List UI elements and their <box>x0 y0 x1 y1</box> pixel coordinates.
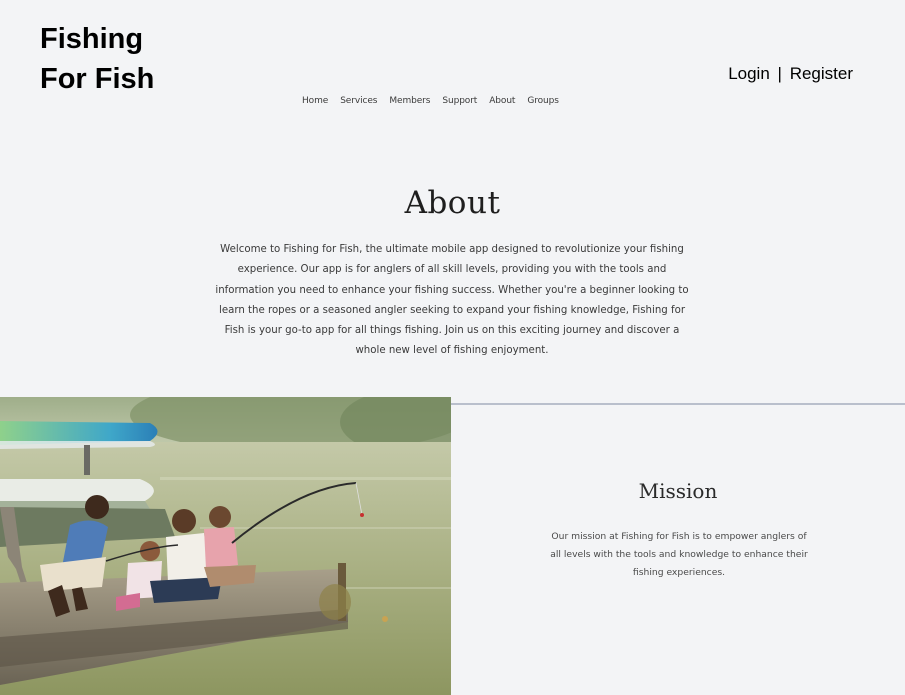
brand-line-1: Fishing <box>40 23 144 55</box>
nav-item-about[interactable]: About <box>483 95 521 107</box>
brand-line-2: For Fish <box>40 63 155 95</box>
nav-item-support[interactable]: Support <box>436 95 483 107</box>
nav-item-groups[interactable]: Groups <box>521 95 565 107</box>
site-logo-text[interactable]: Fishing For Fish <box>40 19 240 99</box>
nav-item-members[interactable]: Members <box>383 95 436 107</box>
about-description: Welcome to Fishing for Fish, the ultimat… <box>215 244 689 357</box>
nav-item-home[interactable]: Home <box>296 95 334 107</box>
login-link[interactable]: Login <box>728 64 770 83</box>
main-nav: Home Services Members Support About Grou… <box>296 95 565 107</box>
mission-heading: Mission <box>638 479 718 503</box>
about-heading: About <box>404 185 501 221</box>
auth-separator: | <box>777 64 782 83</box>
mission-section: Mission Our mission at Fishing for Fish … <box>451 405 905 695</box>
auth-links: Login | Register <box>728 63 853 85</box>
nav-item-services[interactable]: Services <box>334 95 383 107</box>
register-link[interactable]: Register <box>790 64 853 83</box>
mission-description: Our mission at Fishing for Fish is to em… <box>550 531 808 579</box>
family-fishing-photo <box>0 397 451 695</box>
